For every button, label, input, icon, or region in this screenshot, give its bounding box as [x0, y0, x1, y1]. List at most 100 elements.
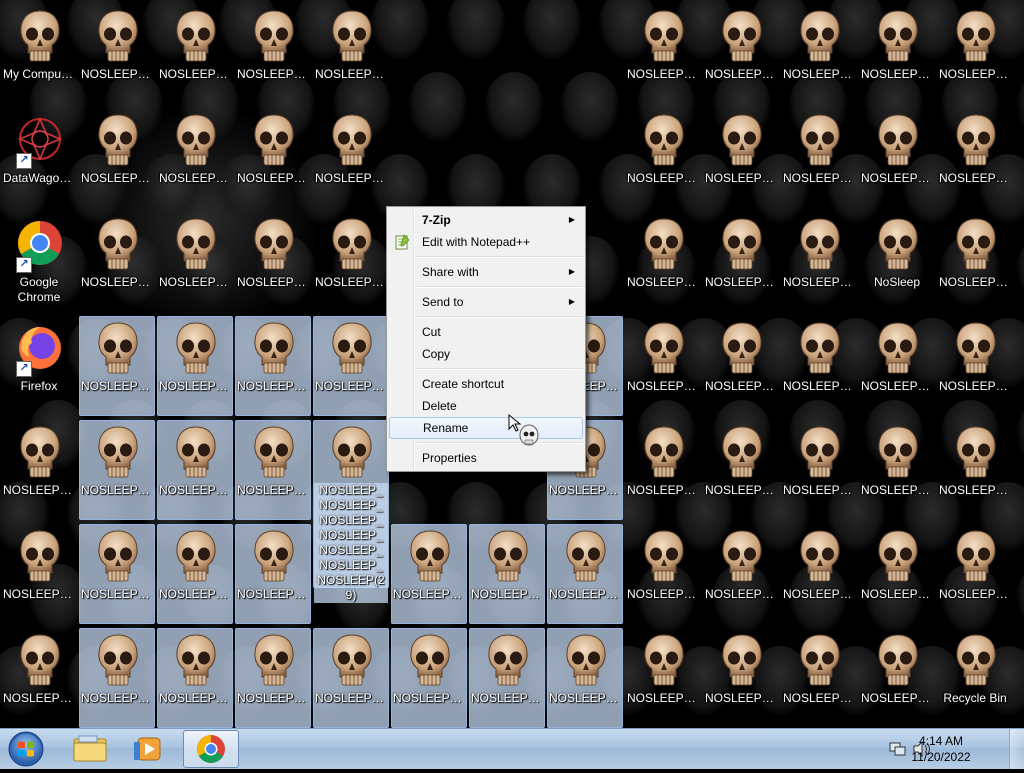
desktop-icon-nosleep-file[interactable]: NOSLEEP_N...: [781, 524, 857, 624]
desktop-icon-nosleep-file[interactable]: NOSLEEP_N...: [859, 316, 935, 416]
desktop-icon-nosleep-file[interactable]: NOSLEEP_N...: [625, 316, 701, 416]
desktop-icon-nosleep-file[interactable]: NOSLEEP_N...: [313, 212, 389, 312]
desktop-icon-nosleep-file[interactable]: NOSLEEP_N...: [79, 108, 155, 208]
desktop-icon-nosleep-file[interactable]: NOSLEEP_N...: [157, 212, 233, 312]
desktop-icon-nosleep-file[interactable]: NOSLEEP_N...: [703, 212, 779, 312]
desktop-icon-nosleep-file[interactable]: NOSLEEP_N...: [157, 108, 233, 208]
desktop-icon-nosleep-file[interactable]: NOSLEEP_N...: [703, 628, 779, 728]
desktop-icon-nosleep-file[interactable]: NOSLEEP_N...: [235, 420, 311, 520]
desktop-icon-nosleep-file[interactable]: NOSLEEP_N...: [625, 108, 701, 208]
show-desktop-button[interactable]: [1009, 729, 1024, 769]
menu-item-7-zip[interactable]: 7-Zip ▶: [389, 209, 583, 231]
desktop-icon-nosleep-file[interactable]: NOSLEEP_N...: [937, 212, 1013, 312]
clock[interactable]: 4:14 AM 11/20/2022: [906, 733, 976, 765]
desktop-icon-nosleep-file[interactable]: NOSLEEP_N...: [781, 420, 857, 520]
menu-item-create-shortcut[interactable]: Create shortcut: [389, 373, 583, 395]
desktop-icon-nosleep-file[interactable]: NOSLEEP_N...: [937, 316, 1013, 416]
desktop-icon-nosleep-file[interactable]: NOSLEEP_N...: [79, 628, 155, 728]
network-icon[interactable]: [889, 741, 907, 757]
desktop-icon-nosleep-file[interactable]: NOSLEEP_N...: [157, 628, 233, 728]
desktop-icon-nosleep-file[interactable]: NOSLEEP_N...: [781, 628, 857, 728]
desktop-icon-nosleep-file[interactable]: NOSLEEP_N...: [79, 212, 155, 312]
desktop-icon-nosleep-file[interactable]: NOSLEEP_N...: [625, 628, 701, 728]
desktop-icon-nosleep-file[interactable]: NOSLEEP_N...: [859, 108, 935, 208]
menu-item-copy[interactable]: Copy: [389, 343, 583, 365]
menu-item-share-with[interactable]: Share with ▶: [389, 261, 583, 283]
desktop-icon-label: NOSLEEP_N...: [783, 171, 856, 185]
menu-item-label: Properties: [422, 451, 477, 465]
desktop-icon-label: NOSLEEP_N...: [159, 275, 232, 289]
desktop-icon-nosleep-file[interactable]: NOSLEEP_N...: [235, 4, 311, 104]
desktop-icon-nosleep-file[interactable]: NOSLEEP_N...: [235, 212, 311, 312]
desktop-icon-nosleep-file[interactable]: NOSLEEP_N...: [781, 108, 857, 208]
desktop-icon-recycle-bin[interactable]: Recycle Bin: [937, 628, 1013, 728]
taskbar-explorer-button[interactable]: [62, 730, 118, 768]
menu-item-cut[interactable]: Cut: [389, 321, 583, 343]
desktop-icon-google-chrome[interactable]: Google Chrome ↗: [1, 212, 77, 312]
desktop-icon-nosleep-file[interactable]: NOSLEEP_N...: [1, 628, 77, 728]
desktop-icon-datawagon[interactable]: DataWagon... ↗: [1, 108, 77, 208]
desktop-icon-nosleep-file[interactable]: NOSLEEP_N...: [157, 4, 233, 104]
desktop-icon-nosleep-file[interactable]: NOSLEEP_N...: [703, 420, 779, 520]
desktop-icon-nosleep-file[interactable]: NOSLEEP_N...: [235, 108, 311, 208]
desktop-icon-my-computer[interactable]: My Computer: [1, 4, 77, 104]
desktop-icon-nosleep-file[interactable]: NOSLEEP_N...: [859, 524, 935, 624]
menu-item-edit-with-notepad[interactable]: Edit with Notepad++: [389, 231, 583, 253]
desktop-icon-nosleep-file[interactable]: NOSLEEP_N...: [625, 212, 701, 312]
start-button[interactable]: [4, 730, 48, 768]
desktop-icon-nosleep-file[interactable]: NOSLEEP_N...: [157, 524, 233, 624]
desktop-icon-nosleep-file[interactable]: NOSLEEP_N...: [859, 420, 935, 520]
desktop-icon-nosleep-folder[interactable]: NoSleep: [859, 212, 935, 312]
desktop-icon-nosleep-file[interactable]: NOSLEEP_N...: [313, 108, 389, 208]
desktop-icon-nosleep-file[interactable]: NOSLEEP_N...: [391, 524, 467, 624]
desktop-icon-nosleep-file[interactable]: NOSLEEP_N...: [937, 420, 1013, 520]
desktop-icon-nosleep-file[interactable]: NOSLEEP_N...: [781, 316, 857, 416]
desktop-icon-nosleep-file[interactable]: NOSLEEP_N...: [937, 108, 1013, 208]
desktop-icon-nosleep-file[interactable]: NOSLEEP_N...: [781, 212, 857, 312]
desktop-icon-nosleep-file[interactable]: NOSLEEP_N...: [157, 420, 233, 520]
desktop-icon-nosleep-file[interactable]: NOSLEEP_N...: [391, 628, 467, 728]
desktop-icon-label: NOSLEEP_N...: [159, 171, 232, 185]
desktop-icon-nosleep-file[interactable]: NOSLEEP_N...: [79, 4, 155, 104]
desktop-icon-nosleep-file[interactable]: NOSLEEP_N...: [1, 524, 77, 624]
desktop-icon-nosleep-file[interactable]: NOSLEEP_N...: [781, 4, 857, 104]
desktop-icon-nosleep-file[interactable]: NOSLEEP_N...: [313, 316, 389, 416]
menu-item-delete[interactable]: Delete: [389, 395, 583, 417]
desktop-icon-nosleep-file[interactable]: NOSLEEP_N...: [79, 316, 155, 416]
menu-item-properties[interactable]: Properties: [389, 447, 583, 469]
desktop-icon-nosleep-file[interactable]: NOSLEEP_N...: [859, 4, 935, 104]
desktop-icon-nosleep-file[interactable]: NOSLEEP_N...: [703, 4, 779, 104]
taskbar: 4:14 AM 11/20/2022: [0, 728, 1024, 769]
desktop-icon-nosleep-file[interactable]: NOSLEEP_N...: [703, 108, 779, 208]
skull-file-icon: [254, 322, 294, 374]
desktop-icon-nosleep-file[interactable]: NOSLEEP_N...: [469, 628, 545, 728]
desktop-icon-nosleep-file[interactable]: NOSLEEP_N...: [79, 420, 155, 520]
desktop[interactable]: My Computer NOSLEEP_N... NOSLEEP_N... NOSLE…: [0, 0, 1024, 728]
taskbar-chrome-button[interactable]: [183, 730, 239, 768]
skull-file-icon: [176, 426, 216, 478]
desktop-icon-nosleep-file[interactable]: NOSLEEP_N...: [469, 524, 545, 624]
menu-item-send-to[interactable]: Send to ▶: [389, 291, 583, 313]
desktop-icon-nosleep-file[interactable]: NOSLEEP_N...: [235, 316, 311, 416]
desktop-icon-nosleep-file[interactable]: NOSLEEP_N...: [625, 420, 701, 520]
desktop-icon-nosleep-file[interactable]: NOSLEEP_N...: [547, 628, 623, 728]
desktop-icon-nosleep-file[interactable]: NOSLEEP_N...: [937, 4, 1013, 104]
desktop-icon-nosleep-file[interactable]: NOSLEEP_N...: [235, 524, 311, 624]
desktop-icon-nosleep-file[interactable]: NOSLEEP_N...: [1, 420, 77, 520]
desktop-icon-nosleep-file[interactable]: NOSLEEP_N...: [313, 628, 389, 728]
desktop-icon-nosleep-file[interactable]: NOSLEEP_N...: [235, 628, 311, 728]
desktop-icon-nosleep-file[interactable]: NOSLEEP_N...: [157, 316, 233, 416]
desktop-icon-nosleep-file[interactable]: NOSLEEP_N...: [313, 4, 389, 104]
menu-item-rename[interactable]: Rename: [389, 417, 583, 439]
desktop-icon-nosleep-file[interactable]: NOSLEEP_N...: [703, 316, 779, 416]
desktop-icon-nosleep-file[interactable]: NOSLEEP_N...: [625, 4, 701, 104]
desktop-icon-nosleep-file[interactable]: NOSLEEP_N...: [703, 524, 779, 624]
desktop-icon-renaming-file[interactable]: NOSLEEP_NOSLEEP_NOSLEEP_NOSLEEP_NOSLEEP_…: [313, 420, 389, 603]
desktop-icon-nosleep-file[interactable]: NOSLEEP_N...: [547, 524, 623, 624]
taskbar-media-player-button[interactable]: [122, 730, 178, 768]
desktop-icon-nosleep-file[interactable]: NOSLEEP_N...: [859, 628, 935, 728]
desktop-icon-firefox[interactable]: Firefox ↗: [1, 316, 77, 416]
desktop-icon-nosleep-file[interactable]: NOSLEEP_N...: [79, 524, 155, 624]
desktop-icon-nosleep-file[interactable]: NOSLEEP_N...: [937, 524, 1013, 624]
desktop-icon-nosleep-file[interactable]: NOSLEEP_N...: [625, 524, 701, 624]
